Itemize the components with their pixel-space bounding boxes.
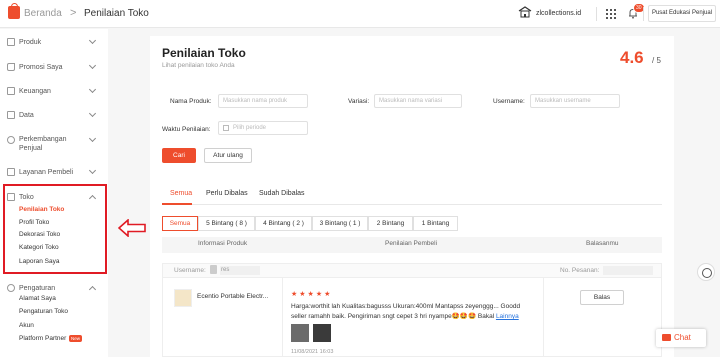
review-date: 11/08/2021 16:03 xyxy=(291,349,334,355)
rating-filter-all[interactable]: Semua xyxy=(162,216,198,231)
reply-button[interactable]: Balas xyxy=(580,290,624,305)
review-more-link[interactable]: Lainnya xyxy=(496,313,519,320)
username-label: Username: xyxy=(493,98,525,105)
chevron-down-icon xyxy=(88,85,97,94)
sidebar-item-layanan[interactable]: Layanan Pembeli xyxy=(0,166,108,178)
sidebar-item-label: Layanan Pembeli xyxy=(19,169,74,176)
chevron-down-icon xyxy=(88,134,97,143)
sidebar-item-perkembangan[interactable]: Perkembangan Penjual xyxy=(0,134,108,156)
rating-filter-3[interactable]: 3 Bintang ( 1 ) xyxy=(312,216,368,231)
sidebar-item-label: Pengaturan xyxy=(19,285,56,292)
sidebar-item-pengaturan[interactable]: Pengaturan xyxy=(0,282,108,294)
main-card: Penilaian Toko Lihat penilaian toko Anda… xyxy=(150,36,674,357)
chart-icon xyxy=(7,111,15,119)
chevron-down-icon xyxy=(88,166,97,175)
arrow-left-icon xyxy=(118,219,146,237)
shop-rating-score: 4.6 xyxy=(620,48,644,67)
chevron-down-icon xyxy=(88,36,97,45)
rating-filter-1[interactable]: 1 Bintang xyxy=(413,216,458,231)
username-meta-label: Username: xyxy=(174,267,206,274)
wallet-icon xyxy=(7,87,15,95)
tab-replied[interactable]: Sudah Dibalas xyxy=(259,190,305,197)
growth-icon xyxy=(7,136,15,144)
chevron-down-icon xyxy=(88,109,97,118)
column-divider xyxy=(543,278,544,357)
chevron-up-icon xyxy=(88,285,97,294)
sidebar-item-keuangan[interactable]: Keuangan xyxy=(0,85,108,97)
page-subtitle: Lihat penilaian toko Anda xyxy=(162,62,235,69)
order-number-value-box xyxy=(603,266,653,275)
column-product-info: Informasi Produk xyxy=(198,240,248,247)
column-your-reply: Balasanmu xyxy=(586,240,619,247)
review-body: Harga:worthit lah Kualitas:bagusss Ukura… xyxy=(291,303,521,320)
chat-label: Chat xyxy=(674,333,691,342)
gear-icon xyxy=(7,284,15,292)
order-number-label: No. Pesanan: xyxy=(560,267,600,274)
username-value: res xyxy=(221,267,230,273)
divider xyxy=(596,7,597,21)
sidebar-item-produk[interactable]: Produk xyxy=(0,36,108,48)
username-input[interactable]: Masukkan username xyxy=(530,94,620,108)
variation-label: Variasi: xyxy=(348,98,370,105)
tab-all[interactable]: Semua xyxy=(170,190,192,197)
review-photo[interactable] xyxy=(313,324,331,342)
tab-needs-reply[interactable]: Perlu Dibalas xyxy=(206,190,248,197)
rating-filter-4[interactable]: 4 Bintang ( 2 ) xyxy=(255,216,312,231)
shop-name[interactable]: zlcollections.id xyxy=(536,10,581,17)
sidebar-item-label: Perkembangan Penjual xyxy=(19,136,67,152)
review-time-label: Waktu Penilaian: xyxy=(162,126,211,133)
product-name[interactable]: Ecentio Portable Electr... xyxy=(197,293,275,300)
rating-filter-5[interactable]: 5 Bintang ( 8 ) xyxy=(198,216,255,231)
box-icon xyxy=(7,38,15,46)
chat-icon xyxy=(662,334,671,341)
search-button[interactable]: Cari xyxy=(162,148,196,163)
sidebar-item-promosi[interactable]: Promosi Saya xyxy=(0,61,108,73)
sidebar-subitem-alamat-saya[interactable]: Alamat Saya xyxy=(19,295,56,302)
review-photo[interactable] xyxy=(291,324,309,342)
divider xyxy=(643,7,644,21)
shopee-logo-icon[interactable] xyxy=(8,3,20,19)
active-tab-indicator xyxy=(162,203,192,205)
highlight-box xyxy=(3,184,107,274)
chat-button[interactable]: Chat xyxy=(656,329,706,347)
top-bar: Beranda > Penilaian Toko zlcollections.i… xyxy=(0,0,720,28)
shop-avatar-icon[interactable] xyxy=(518,6,532,18)
column-divider xyxy=(282,278,283,357)
sidebar-item-label: Data xyxy=(19,112,34,119)
sidebar-subitem-akun[interactable]: Akun xyxy=(19,322,34,329)
sidebar-item-label: Produk xyxy=(19,39,42,46)
reset-button[interactable]: Atur ulang xyxy=(204,148,252,163)
chevron-down-icon xyxy=(88,61,97,70)
avatar xyxy=(210,265,217,274)
rating-stars: ★★★★★ xyxy=(291,291,333,298)
tabs-divider xyxy=(162,204,662,205)
product-thumbnail[interactable] xyxy=(174,289,192,307)
shop-rating-max: / 5 xyxy=(652,56,661,65)
rating-filter-2[interactable]: 2 Bintang xyxy=(368,216,413,231)
seller-education-button[interactable]: Pusat Edukasi Penjual xyxy=(648,5,716,22)
chat-bubble-icon xyxy=(7,168,15,176)
sidebar-item-data[interactable]: Data xyxy=(0,109,108,121)
product-name-label: Nama Produk: xyxy=(170,98,212,105)
breadcrumb-home[interactable]: Beranda xyxy=(24,8,62,19)
review-time-placeholder: Pilih periode xyxy=(233,125,267,131)
review-text: Harga:worthit lah Kualitas:bagusss Ukura… xyxy=(291,302,536,322)
variation-input[interactable]: Masukkan nama variasi xyxy=(374,94,462,108)
calendar-icon xyxy=(223,125,229,131)
sidebar-subitem-platform-partner[interactable]: Platform Partner xyxy=(19,335,66,342)
sidebar-item-label: Promosi Saya xyxy=(19,64,63,71)
page-title: Penilaian Toko xyxy=(162,46,246,60)
product-name-input[interactable]: Masukkan nama produk xyxy=(218,94,308,108)
breadcrumb-current: Penilaian Toko xyxy=(84,8,149,19)
sidebar-item-label: Keuangan xyxy=(19,88,51,95)
review-time-picker[interactable]: Pilih periode xyxy=(218,121,308,135)
tag-icon xyxy=(7,63,15,71)
breadcrumb-separator: > xyxy=(70,7,77,19)
new-badge: New xyxy=(69,335,83,342)
sidebar-subitem-pengaturan-toko[interactable]: Pengaturan Toko xyxy=(19,308,68,315)
apps-grid-icon[interactable] xyxy=(606,9,616,19)
headset-support-icon[interactable] xyxy=(697,263,715,281)
column-buyer-review: Penilaian Pembeli xyxy=(385,240,438,247)
